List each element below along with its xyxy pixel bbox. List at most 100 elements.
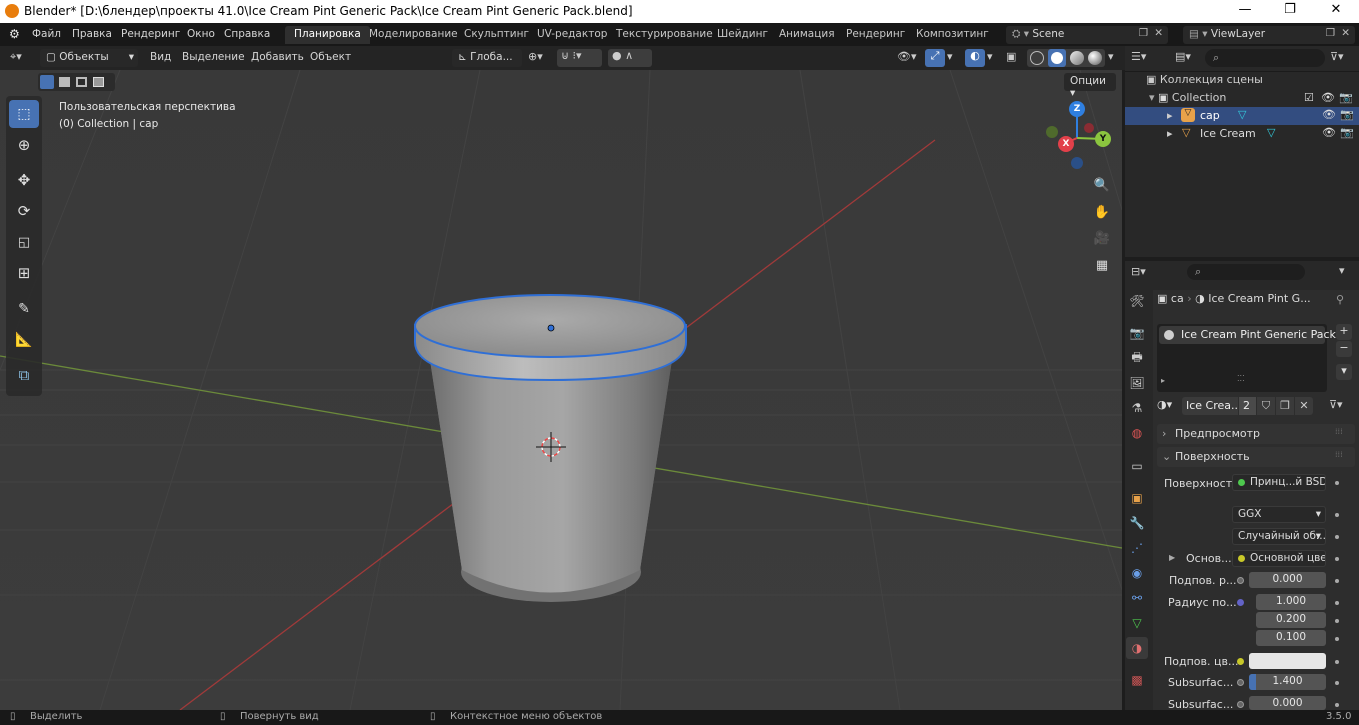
subsurface-radius-z[interactable]: 0.100 [1256, 630, 1326, 646]
remove-slot-button[interactable]: − [1336, 341, 1352, 357]
transform-tool[interactable]: ⊞ [9, 259, 39, 287]
tab-sculpting[interactable]: Скульптинг [455, 26, 538, 44]
output-tab[interactable]: 🖶 [1126, 347, 1148, 369]
3d-viewport[interactable]: Z Y X Пользовательская перспектива (0) C… [0, 70, 1122, 710]
eye-icon[interactable]: 👁 [1322, 108, 1336, 121]
collection-tab[interactable]: ▭ [1126, 455, 1148, 477]
keyframe-dot[interactable] [1335, 557, 1339, 561]
proportional-edit-toggle[interactable]: ● ∧ [608, 49, 652, 67]
tab-rendering[interactable]: Рендеринг [837, 26, 914, 44]
drag-handle-icon[interactable]: ⁞⁞⁞ [1335, 427, 1343, 436]
outliner-search-input[interactable]: ⌕ [1205, 49, 1325, 67]
subsurface-anisotropy-value[interactable]: 0.000 [1249, 696, 1326, 710]
gizmo-y-axis[interactable]: Y [1095, 131, 1111, 147]
subsurface-value[interactable]: 0.000 [1249, 572, 1326, 588]
pin-icon[interactable]: ⚲ [1336, 293, 1344, 306]
scene-copy-icon[interactable]: ❐ [1139, 27, 1148, 39]
measure-tool[interactable]: 📐 [9, 326, 39, 354]
distribution-dropdown[interactable]: GGX ▾ [1232, 506, 1326, 523]
menu-add[interactable]: Добавить [251, 51, 304, 63]
drag-handle-icon[interactable]: ⁞⁞⁞ [1335, 450, 1343, 459]
menu-edit[interactable]: Правка [72, 28, 112, 40]
solid-shading-button[interactable] [1048, 49, 1066, 67]
add-slot-button[interactable]: + [1336, 324, 1352, 340]
gizmo-toggle[interactable]: ⤢ [925, 49, 945, 67]
view-layer-copy-icon[interactable]: ❐ [1326, 27, 1335, 39]
select-new-icon[interactable] [40, 75, 54, 89]
material-shading-icon[interactable] [1070, 51, 1084, 65]
outliner-editor-icon[interactable]: ☰▾ [1131, 50, 1146, 63]
add-cube-tool[interactable]: ⧉ [9, 361, 39, 389]
blender-menu-icon[interactable]: ⚙ [9, 27, 20, 41]
fake-user-icon[interactable]: ⛉ [1257, 397, 1275, 415]
minimize-button[interactable]: — [1233, 2, 1257, 20]
view-layer-selector[interactable]: ▤ ▾ ViewLayer ❐ ✕ [1183, 26, 1355, 44]
scale-tool[interactable]: ◱ [9, 228, 39, 256]
options-dropdown[interactable]: Опции ▾ [1064, 73, 1116, 99]
menu-select[interactable]: Выделение [182, 51, 245, 63]
material-slot-list[interactable]: Ice Cream Pint Generic Pack ▸ ⁚⁚⁚ [1157, 324, 1336, 392]
subsurface-color-swatch[interactable] [1249, 653, 1326, 669]
socket-icon[interactable] [1237, 701, 1244, 708]
base-color-field[interactable]: Основной цвет [1232, 550, 1326, 567]
camera-render-icon[interactable]: 📷 [1339, 91, 1353, 104]
menu-file[interactable]: Файл [32, 28, 61, 40]
outliner-row-cap[interactable]: ▸ ▽ cap ▽ 👁 📷 [1125, 107, 1359, 125]
constraints-tab[interactable]: ⚯ [1126, 587, 1148, 609]
scene-selector[interactable]: ⛭ ▾ Scene ❐ ✕ [1006, 26, 1168, 44]
gizmo-dropdown-icon[interactable]: ▾ [947, 50, 953, 63]
keyframe-dot[interactable] [1335, 481, 1339, 485]
menu-window[interactable]: Окно [187, 28, 215, 40]
physics-tab[interactable]: ◉ [1126, 562, 1148, 584]
maximize-button[interactable]: ❐ [1278, 2, 1302, 20]
select-box-tool[interactable]: ⬚ [9, 100, 39, 128]
outliner-row-ice-cream[interactable]: ▸ ▽ Ice Cream ▽ 👁 📷 [1125, 125, 1359, 143]
preview-panel-header[interactable]: › Предпросмотр ⁞⁞⁞ [1157, 424, 1355, 444]
menu-render[interactable]: Рендеринг [121, 28, 180, 40]
expand-arrow-icon[interactable]: ▾ [1149, 91, 1158, 104]
keyframe-dot[interactable] [1335, 703, 1339, 707]
scene-tab[interactable]: ⚗ [1126, 397, 1148, 419]
shading-dropdown-icon[interactable]: ▾ [1108, 50, 1114, 63]
outliner-display-mode-icon[interactable]: ▤▾ [1175, 50, 1191, 63]
keyframe-dot[interactable] [1335, 660, 1339, 664]
keyframe-dot[interactable] [1335, 601, 1339, 605]
expand-arrow-icon[interactable]: ▸ [1161, 376, 1165, 385]
material-name-field[interactable]: Ice Crea... [1182, 397, 1238, 415]
exclude-checkbox[interactable]: ☑ [1304, 91, 1314, 104]
surface-shader-field[interactable]: Принц...й BSDF [1232, 474, 1326, 491]
menu-view[interactable]: Вид [150, 51, 171, 63]
socket-icon[interactable] [1237, 679, 1244, 686]
node-link-icon[interactable]: ⊽▾ [1329, 398, 1343, 411]
particles-tab[interactable]: ⋰ [1126, 537, 1148, 559]
subsurface-method-dropdown[interactable]: Случайный об... ▾ [1232, 528, 1326, 545]
rotate-tool[interactable]: ⟳ [9, 197, 39, 225]
select-invert-icon[interactable] [93, 77, 104, 87]
zoom-button[interactable]: 🔍 [1090, 173, 1114, 197]
snap-toggle[interactable]: ⊍ ⁝▾ [557, 49, 602, 67]
move-tool[interactable]: ✥ [9, 166, 39, 194]
eye-icon[interactable]: 👁 [1322, 126, 1336, 139]
keyframe-dot[interactable] [1335, 579, 1339, 583]
expand-arrow-icon[interactable]: ▸ [1167, 127, 1173, 140]
tab-animation[interactable]: Анимация [770, 26, 844, 44]
overlay-dropdown-icon[interactable]: ▾ [987, 50, 993, 63]
close-button[interactable]: ✕ [1324, 2, 1348, 20]
xray-icon[interactable]: ▣ [1006, 50, 1016, 63]
mode-selector[interactable]: ▢ Объекты ▾ [40, 49, 138, 67]
tab-compositing[interactable]: Композитинг [907, 26, 998, 44]
tool-tab[interactable]: 🛠 [1126, 290, 1148, 312]
world-tab[interactable]: ◍ [1126, 422, 1148, 444]
subsurface-ior-slider[interactable]: 1.400 [1249, 674, 1326, 690]
tab-layout[interactable]: Планировка [285, 26, 370, 44]
transform-orientation-selector[interactable]: ⊾ Глоба... [452, 49, 522, 67]
properties-editor-icon[interactable]: ⊟▾ [1131, 265, 1146, 278]
camera-render-icon[interactable]: 📷 [1340, 108, 1354, 121]
filter-icon[interactable]: ⊽▾ [1330, 50, 1344, 63]
keyframe-dot[interactable] [1335, 619, 1339, 623]
subsurface-radius-x[interactable]: 1.000 [1256, 594, 1326, 610]
menu-help[interactable]: Справка [224, 28, 270, 40]
unlink-material-icon[interactable]: ✕ [1295, 397, 1313, 415]
tab-modeling[interactable]: Моделирование [360, 26, 467, 44]
wireframe-shading-icon[interactable] [1030, 51, 1044, 65]
